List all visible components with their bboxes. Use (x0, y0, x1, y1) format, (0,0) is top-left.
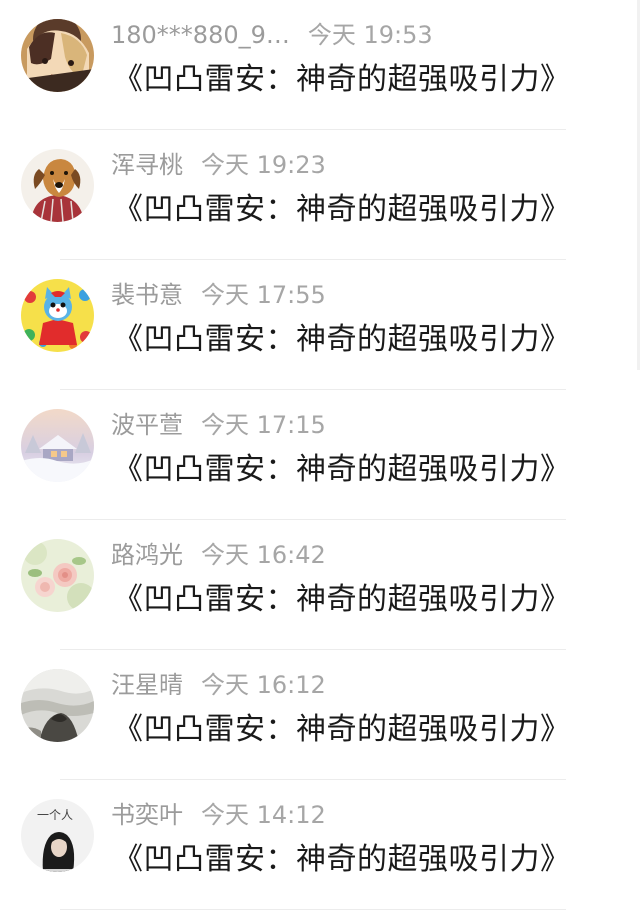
roses-avatar[interactable] (21, 539, 94, 612)
comment-meta: 汪星晴 今天 16:12 (111, 668, 326, 702)
comment-time: 今天 19:23 (201, 151, 326, 179)
comment-meta: 书奕叶 今天 14:12 (111, 798, 326, 832)
comment-item[interactable]: 波平萱 今天 17:15 《凹凸雷安：神奇的超强吸引力》 (0, 390, 640, 520)
commenter-name[interactable]: 裴书意 (111, 281, 183, 309)
comment-text: 《凹凸雷安：神奇的超强吸引力》 (113, 452, 571, 487)
comment-meta: 裴书意 今天 17:55 (111, 278, 326, 312)
commenter-name[interactable]: 浑寻桃 (111, 151, 183, 179)
comment-meta: 180***880_9… 今天 19:53 (111, 18, 433, 52)
avatar-badge-text: 一个人 (37, 808, 73, 822)
comment-item[interactable]: 路鸿光 今天 16:42 《凹凸雷安：神奇的超强吸引力》 (0, 520, 640, 650)
comment-text: 《凹凸雷安：神奇的超强吸引力》 (113, 62, 571, 97)
commenter-name[interactable]: 180***880_9… (111, 21, 290, 49)
comment-list: 180***880_9… 今天 19:53 《凹凸雷安：神奇的超强吸引力》 浑寻桃… (0, 0, 640, 910)
comment-item[interactable]: 浑寻桃 今天 19:23 《凹凸雷安：神奇的超强吸引力》 (0, 130, 640, 260)
commenter-name[interactable]: 书奕叶 (111, 801, 183, 829)
girl-portrait-avatar[interactable]: 一个人 (21, 799, 94, 872)
comment-text: 《凹凸雷安：神奇的超强吸引力》 (113, 712, 571, 747)
comment-time: 今天 17:15 (201, 411, 326, 439)
commenter-name[interactable]: 汪星晴 (111, 671, 183, 699)
comment-text: 《凹凸雷安：神奇的超强吸引力》 (113, 582, 571, 617)
snow-house-avatar[interactable] (21, 409, 94, 482)
sea-rocks-avatar[interactable] (21, 669, 94, 742)
comment-item[interactable]: 汪星晴 今天 16:12 《凹凸雷安：神奇的超强吸引力》 (0, 650, 640, 780)
commenter-name[interactable]: 路鸿光 (111, 541, 183, 569)
comment-time: 今天 16:42 (201, 541, 326, 569)
comment-text: 《凹凸雷安：神奇的超强吸引力》 (113, 842, 571, 877)
commenter-name[interactable]: 波平萱 (111, 411, 183, 439)
dog-avatar[interactable] (21, 149, 94, 222)
comment-meta: 路鸿光 今天 16:42 (111, 538, 326, 572)
comment-time: 今天 19:53 (307, 21, 433, 49)
comment-item[interactable]: 裴书意 今天 17:55 《凹凸雷安：神奇的超强吸引力》 (0, 260, 640, 390)
comment-time: 今天 16:12 (201, 671, 326, 699)
comment-time: 今天 14:12 (201, 801, 326, 829)
comment-meta: 浑寻桃 今天 19:23 (111, 148, 326, 182)
comment-text: 《凹凸雷安：神奇的超强吸引力》 (113, 322, 571, 357)
comment-item[interactable]: 一个人 书奕叶 今天 14:12 《凹凸雷安：神奇的超强吸引力》 (0, 780, 640, 910)
cartoon-cat-avatar[interactable] (21, 279, 94, 352)
comment-text: 《凹凸雷安：神奇的超强吸引力》 (113, 192, 571, 227)
comment-time: 今天 17:55 (201, 281, 326, 309)
comment-meta: 波平萱 今天 17:15 (111, 408, 326, 442)
comment-item[interactable]: 180***880_9… 今天 19:53 《凹凸雷安：神奇的超强吸引力》 (0, 0, 640, 130)
anime-couple-avatar[interactable] (21, 19, 94, 92)
